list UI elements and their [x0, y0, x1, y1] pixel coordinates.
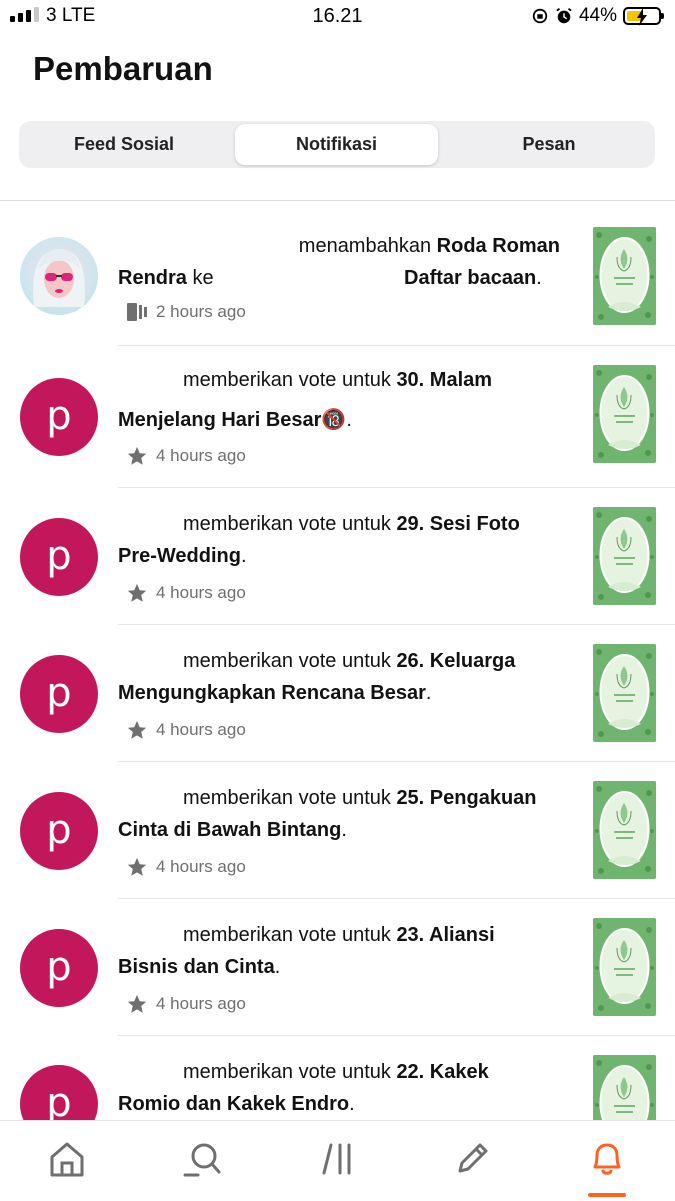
book-cover-thumbnail[interactable] [593, 507, 656, 605]
notification-meta: 4 hours ago [126, 993, 246, 1015]
tab-feed-sosial[interactable]: Feed Sosial [19, 124, 229, 165]
book-cover-thumbnail[interactable] [593, 781, 656, 879]
notification-item[interactable]: p memberikan vote untuk 25. Pengakuan Ci… [0, 762, 675, 899]
book-cover-thumbnail[interactable] [593, 227, 656, 325]
notification-text: memberikan vote untuk 25. Pengakuan Cint… [118, 787, 537, 841]
notification-item[interactable]: menambahkan Roda Roman Rendra ke Daftar … [0, 201, 675, 346]
star-icon [127, 720, 147, 739]
status-bar: 3 LTE 16.21 44% [0, 0, 675, 36]
notification-meta: 4 hours ago [126, 582, 246, 604]
book-cover-thumbnail[interactable] [593, 918, 656, 1016]
avatar[interactable] [20, 237, 98, 315]
write-icon[interactable] [452, 1139, 492, 1179]
timestamp: 4 hours ago [156, 446, 246, 465]
alarm-icon [556, 8, 572, 24]
avatar[interactable]: p [20, 655, 98, 733]
notification-meta: 4 hours ago [126, 856, 246, 878]
avatar[interactable]: p [20, 518, 98, 596]
battery-percent: 44% [578, 5, 617, 26]
star-icon [127, 857, 147, 876]
timestamp: 2 hours ago [156, 302, 246, 321]
library-icon[interactable] [318, 1139, 358, 1179]
notification-meta: 4 hours ago [126, 445, 246, 467]
reading-list-icon [127, 303, 147, 321]
notification-meta: 4 hours ago [126, 719, 246, 741]
timestamp: 4 hours ago [156, 720, 246, 739]
avatar[interactable]: p [20, 378, 98, 456]
notification-item[interactable]: p memberikan vote untuk 26. Keluarga Men… [0, 625, 675, 762]
active-tab-indicator [588, 1193, 626, 1197]
tab-pesan[interactable]: Pesan [444, 124, 654, 165]
notification-item[interactable]: p memberikan vote untuk 29. Sesi Foto Pr… [0, 488, 675, 625]
tab-notifikasi[interactable]: Notifikasi [235, 124, 438, 165]
orientation-lock-icon [532, 8, 548, 24]
battery-icon [623, 7, 664, 26]
bottom-navigation [0, 1120, 675, 1201]
notification-text: memberikan vote untuk 29. Sesi Foto Pre-… [118, 513, 520, 567]
timestamp: 4 hours ago [156, 857, 246, 876]
star-icon [127, 583, 147, 602]
notification-item[interactable]: p memberikan vote untuk 30. Malam Menjel… [0, 346, 675, 488]
avatar[interactable]: p [20, 792, 98, 870]
book-cover-thumbnail[interactable] [593, 365, 656, 463]
star-icon [127, 994, 147, 1013]
book-cover-thumbnail[interactable] [593, 644, 656, 742]
notifications-icon[interactable] [587, 1139, 627, 1179]
star-icon [127, 446, 147, 465]
notification-meta: 2 hours ago [126, 301, 246, 323]
notification-item[interactable]: p memberikan vote untuk 23. Aliansi Bisn… [0, 899, 675, 1036]
search-icon[interactable] [182, 1139, 222, 1179]
page-title: Pembaruan [33, 50, 213, 87]
notification-text: memberikan vote untuk 23. Aliansi Bisnis… [118, 924, 495, 978]
notification-text: menambahkan Roda Roman Rendra ke Daftar … [118, 235, 560, 289]
home-icon[interactable] [47, 1139, 87, 1179]
notification-text: memberikan vote untuk 22. Kakek Romio da… [118, 1061, 489, 1115]
timestamp: 4 hours ago [156, 994, 246, 1013]
avatar[interactable]: p [20, 929, 98, 1007]
notification-text: memberikan vote untuk 30. Malam Menjelan… [118, 369, 493, 431]
notification-text: memberikan vote untuk 26. Keluarga Mengu… [118, 650, 516, 704]
tab-bar: Feed Sosial Notifikasi Pesan [19, 121, 655, 168]
timestamp: 4 hours ago [156, 583, 246, 602]
